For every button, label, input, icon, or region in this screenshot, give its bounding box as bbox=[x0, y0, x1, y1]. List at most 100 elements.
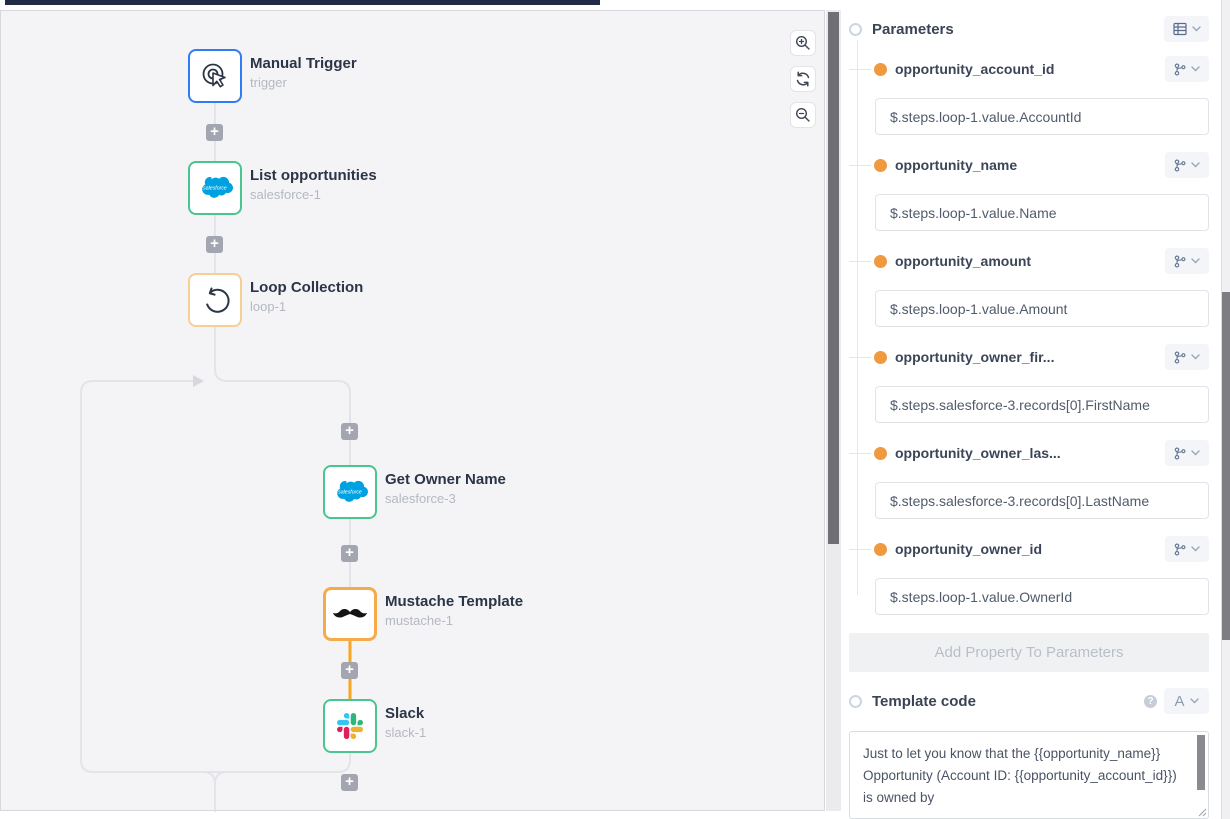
tree-guide-stub bbox=[849, 69, 871, 70]
node-mustache-template[interactable]: Mustache Template mustache-1 bbox=[323, 587, 643, 641]
add-step-button[interactable]: + bbox=[341, 423, 358, 440]
node-card-salesforce-3[interactable]: salesforce bbox=[323, 465, 377, 519]
property-mapping-button[interactable] bbox=[1165, 152, 1209, 178]
zoom-out-icon bbox=[795, 107, 811, 123]
property-type-dot bbox=[874, 351, 887, 364]
property-type-dot bbox=[874, 63, 887, 76]
node-subtitle: trigger bbox=[250, 75, 287, 90]
chevron-down-icon bbox=[1191, 258, 1200, 264]
template-code-section-title: Template code bbox=[872, 693, 976, 710]
chevron-down-icon bbox=[1192, 26, 1201, 32]
add-step-button[interactable]: + bbox=[341, 774, 358, 791]
node-title: Mustache Template bbox=[385, 593, 523, 610]
property-value-input[interactable] bbox=[875, 482, 1209, 519]
jsonpath-branch-icon bbox=[1174, 63, 1186, 76]
top-toolbar-edge bbox=[5, 0, 600, 5]
svg-text:salesforce: salesforce bbox=[338, 490, 362, 496]
node-title: Slack bbox=[385, 705, 424, 722]
node-list-opportunities[interactable]: salesforce List opportunities salesforce… bbox=[188, 161, 508, 215]
property-mapping-button[interactable] bbox=[1165, 536, 1209, 562]
table-icon bbox=[1173, 22, 1187, 36]
zoom-in-icon bbox=[795, 35, 811, 51]
node-card-loop-1[interactable] bbox=[188, 273, 242, 327]
node-card-slack-1[interactable] bbox=[323, 699, 377, 753]
property-mapping-button[interactable] bbox=[1165, 344, 1209, 370]
tree-guide-stub bbox=[849, 549, 871, 550]
loop-icon bbox=[200, 285, 230, 315]
workflow-builder: Manual Trigger trigger salesforce List o… bbox=[0, 0, 1230, 819]
parameters-view-mode-button[interactable] bbox=[1164, 16, 1209, 42]
node-manual-trigger[interactable]: Manual Trigger trigger bbox=[188, 49, 508, 103]
jsonpath-branch-icon bbox=[1174, 159, 1186, 172]
property-name: opportunity_owner_fir... bbox=[895, 349, 1054, 365]
tree-guide-stub bbox=[849, 357, 871, 358]
property-mapping-button[interactable] bbox=[1165, 56, 1209, 82]
node-card-salesforce-1[interactable]: salesforce bbox=[188, 161, 242, 215]
slack-icon bbox=[337, 713, 363, 739]
jsonpath-branch-icon bbox=[1174, 543, 1186, 556]
refresh-icon bbox=[795, 71, 811, 87]
node-get-owner-name[interactable]: salesforce Get Owner Name salesforce-3 bbox=[323, 465, 643, 519]
property-value-input[interactable] bbox=[875, 194, 1209, 231]
node-card-manual-trigger[interactable] bbox=[188, 49, 242, 103]
property-name: opportunity_amount bbox=[895, 253, 1031, 269]
node-card-mustache-1[interactable] bbox=[323, 587, 377, 641]
loop-exit-line bbox=[203, 772, 227, 812]
template-code-input[interactable]: Just to let you know that the {{opportun… bbox=[850, 732, 1208, 818]
node-subtitle: loop-1 bbox=[250, 299, 286, 314]
property-value-input[interactable] bbox=[875, 578, 1209, 615]
salesforce-icon: salesforce bbox=[330, 477, 370, 507]
zoom-in-button[interactable] bbox=[790, 30, 816, 56]
add-property-button[interactable]: Add Property To Parameters bbox=[849, 633, 1209, 672]
textarea-scrollbar-thumb[interactable] bbox=[1197, 735, 1205, 790]
manual-trigger-icon bbox=[200, 61, 230, 91]
jsonpath-branch-icon bbox=[1174, 447, 1186, 460]
node-title: Get Owner Name bbox=[385, 471, 506, 488]
property-name: opportunity_owner_las... bbox=[895, 445, 1061, 461]
add-step-button[interactable]: + bbox=[341, 545, 358, 562]
canvas-scrollbar-thumb[interactable] bbox=[828, 12, 839, 544]
add-step-button[interactable]: + bbox=[206, 124, 223, 141]
property-name: opportunity_account_id bbox=[895, 61, 1054, 77]
property-value-input[interactable] bbox=[875, 386, 1209, 423]
node-loop-collection[interactable]: Loop Collection loop-1 bbox=[188, 273, 508, 327]
tree-guide-stub bbox=[849, 453, 871, 454]
chevron-down-icon bbox=[1191, 66, 1200, 72]
connector-lines bbox=[1, 11, 826, 812]
panel-scrollbar-thumb[interactable] bbox=[1222, 292, 1230, 640]
svg-text:salesforce: salesforce bbox=[203, 186, 227, 192]
chevron-down-icon bbox=[1191, 354, 1200, 360]
section-bullet-icon bbox=[849, 23, 862, 36]
property-type-dot bbox=[874, 159, 887, 172]
resize-grip-icon[interactable] bbox=[1197, 807, 1207, 817]
add-step-button[interactable]: + bbox=[341, 662, 358, 679]
node-title: Loop Collection bbox=[250, 279, 363, 296]
template-format-button[interactable]: A bbox=[1164, 688, 1209, 714]
chevron-down-icon bbox=[1191, 450, 1200, 456]
property-value-input[interactable] bbox=[875, 98, 1209, 135]
property-type-dot bbox=[874, 255, 887, 268]
property-mapping-button[interactable] bbox=[1165, 440, 1209, 466]
jsonpath-branch-icon bbox=[1174, 255, 1186, 268]
node-title: Manual Trigger bbox=[250, 55, 357, 72]
template-code-editor[interactable]: Just to let you know that the {{opportun… bbox=[849, 731, 1209, 819]
loop-arrowhead bbox=[193, 375, 204, 387]
tree-guide-stub bbox=[849, 165, 871, 166]
parameters-section-title: Parameters bbox=[872, 21, 954, 38]
mustache-icon bbox=[332, 606, 368, 622]
tree-guide-stub bbox=[849, 261, 871, 262]
zoom-out-button[interactable] bbox=[790, 102, 816, 128]
node-title: List opportunities bbox=[250, 167, 377, 184]
jsonpath-branch-icon bbox=[1174, 351, 1186, 364]
property-name: opportunity_owner_id bbox=[895, 541, 1042, 557]
refresh-button[interactable] bbox=[790, 66, 816, 92]
chevron-down-icon bbox=[1191, 162, 1200, 168]
add-step-button[interactable]: + bbox=[206, 236, 223, 253]
node-slack[interactable]: Slack slack-1 bbox=[323, 699, 643, 753]
help-icon[interactable]: ? bbox=[1144, 695, 1157, 708]
text-format-icon: A bbox=[1174, 693, 1184, 710]
property-value-input[interactable] bbox=[875, 290, 1209, 327]
property-mapping-button[interactable] bbox=[1165, 248, 1209, 274]
salesforce-icon: salesforce bbox=[195, 173, 235, 203]
workflow-canvas[interactable]: Manual Trigger trigger salesforce List o… bbox=[0, 10, 825, 811]
